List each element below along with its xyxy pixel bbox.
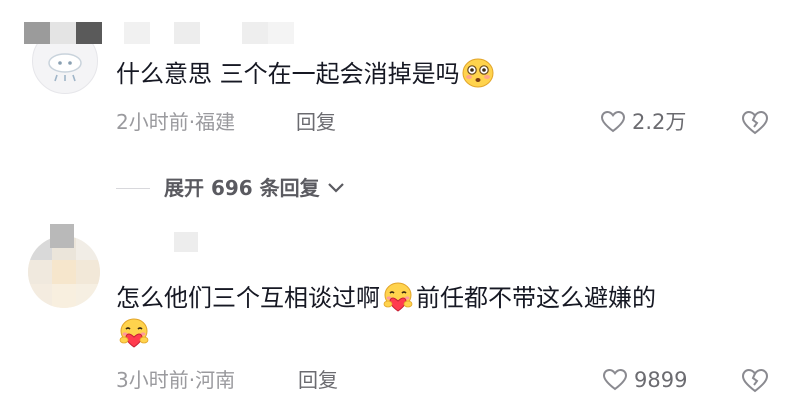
like-button[interactable]: 2.2万 [600,108,686,136]
dislike-heart-icon[interactable] [741,368,769,394]
flushed-face-emoji-icon [462,58,494,88]
comment-text-part-1: 怎么他们三个互相谈过啊 [116,284,380,312]
heart-outline-icon [600,110,626,133]
heart-hug-face-emoji-icon [119,318,149,348]
expand-divider [116,188,150,189]
like-count: 2.2万 [632,110,687,134]
expand-replies-button[interactable]: 展开 696 条回复 [164,174,346,202]
like-button[interactable]: 9899 [602,366,687,394]
comment-2: 怎么他们三个互相谈过啊 前任都不带这么避嫌的 3小时前·河南 回复 9899 [0,220,800,411]
chevron-down-icon [327,183,344,193]
heart-outline-icon [602,368,628,391]
comment-time-location: 3小时前·河南 [116,368,236,392]
comment-text: 怎么他们三个互相谈过啊 前任都不带这么避嫌的 [116,282,656,314]
comment-1: 什么意思 三个在一起会消掉是吗 2小时前·福建 回复 2.2万 [0,0,800,150]
dislike-heart-icon[interactable] [741,110,769,136]
comment-text: 什么意思 三个在一起会消掉是吗 [116,58,496,90]
comment-text-content: 什么意思 三个在一起会消掉是吗 [116,60,460,88]
comment-text-part-2: 前任都不带这么避嫌的 [416,284,656,312]
heart-hug-face-emoji-icon [383,282,413,312]
expand-replies-label: 展开 696 条回复 [164,176,320,200]
reply-button[interactable]: 回复 [298,366,338,394]
like-count: 9899 [634,368,688,392]
comment-time-location: 2小时前·福建 [116,110,236,134]
reply-button[interactable]: 回复 [296,108,336,136]
comment-text-line-2 [116,318,152,350]
